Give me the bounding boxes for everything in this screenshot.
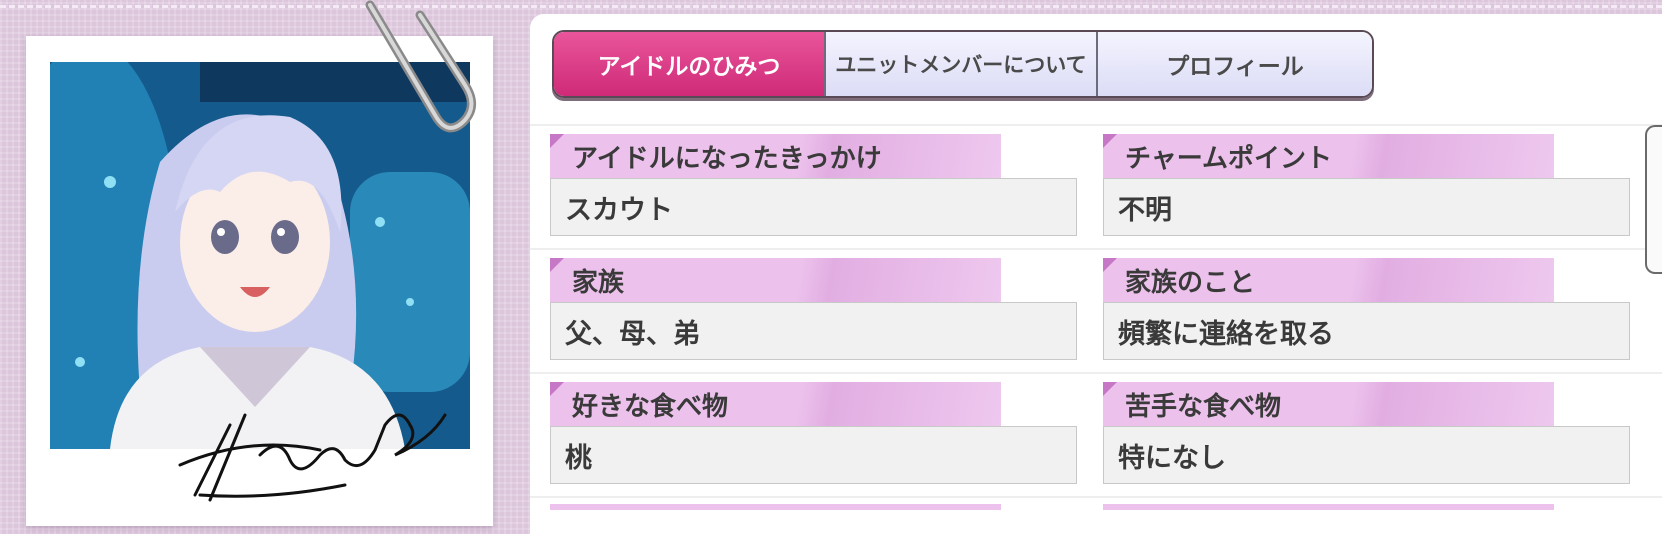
paperclip-icon: [365, 0, 476, 133]
tab-bar: アイドルのひみつ ユニットメンバーについて プロフィール: [552, 30, 1374, 98]
field-label: チャームポイント: [1103, 134, 1554, 178]
field-about-family: 家族のこと 頻繁に連絡を取る: [1103, 258, 1630, 360]
field-label: 好きな食べ物: [550, 382, 1001, 426]
field-favorite-food: 好きな食べ物 桃: [550, 382, 1077, 484]
field-value: 頻繁に連絡を取る: [1103, 302, 1630, 360]
field-value: 桃: [550, 426, 1077, 484]
field-disliked-food: 苦手な食べ物 特になし: [1103, 382, 1630, 484]
field-label: 家族のこと: [1103, 258, 1554, 302]
tab-unit-members[interactable]: ユニットメンバーについて: [826, 32, 1098, 96]
field-value: 特になし: [1103, 426, 1630, 484]
autograph-signature: [178, 413, 447, 502]
tab-idol-secrets[interactable]: アイドルのひみつ: [554, 32, 826, 96]
field-label: アイドルになったきっかけ: [550, 134, 1001, 178]
tab-profile[interactable]: プロフィール: [1098, 32, 1372, 96]
next-field-header: [1103, 504, 1554, 510]
field-value: スカウト: [550, 178, 1077, 236]
field-value: 父、母、弟: [550, 302, 1077, 360]
field-idol-trigger: アイドルになったきっかけ スカウト: [550, 134, 1077, 236]
field-label: 家族: [550, 258, 1001, 302]
side-scroll-handle[interactable]: [1645, 125, 1662, 274]
next-field-header: [550, 504, 1001, 510]
field-charm-point: チャームポイント 不明: [1103, 134, 1630, 236]
field-family: 家族 父、母、弟: [550, 258, 1077, 360]
field-label: 苦手な食べ物: [1103, 382, 1554, 426]
field-value: 不明: [1103, 178, 1630, 236]
stitched-border: [0, 5, 1662, 8]
